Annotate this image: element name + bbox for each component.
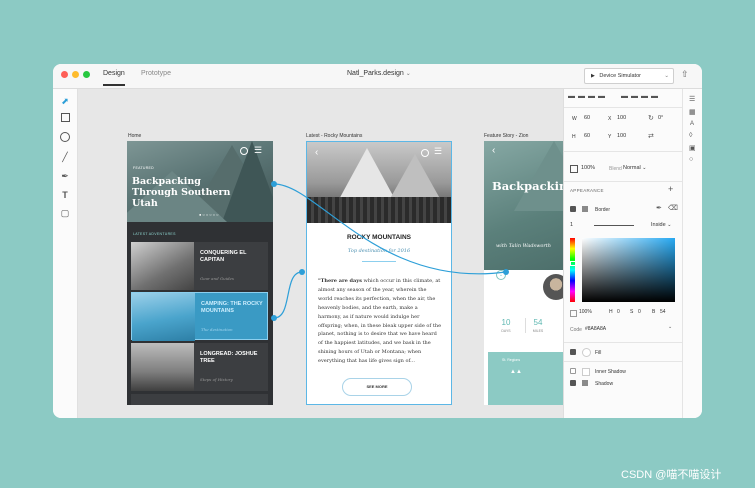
align-toolbar: ▬▬▬▬ ▬▬▬▬: [568, 93, 661, 100]
alpha-field[interactable]: 100%: [579, 309, 592, 315]
device-simulator-button[interactable]: ▶ Device Simulator ⌄: [584, 68, 674, 84]
y-field[interactable]: 100: [617, 133, 626, 139]
line-icon[interactable]: ╱: [59, 151, 71, 163]
app-window: Design Prototype Natl_Parks.design ⌄ ▶ D…: [53, 64, 702, 418]
chevron-down-icon[interactable]: ⌄: [668, 324, 672, 330]
chevron-down-icon: ⌄: [405, 71, 411, 77]
flip-icon[interactable]: ⇄: [648, 132, 654, 140]
blend-label: Blend: [609, 166, 622, 172]
appearance-heading: APPEARANCE: [570, 188, 604, 193]
fill-label: Fill: [595, 350, 602, 356]
hue-slider[interactable]: [570, 238, 575, 302]
opacity-field[interactable]: 100%: [581, 165, 595, 171]
shadow-checkbox[interactable]: [570, 380, 576, 386]
inner-shadow-label: Inner Shadow: [595, 369, 626, 375]
blend-select[interactable]: Normal ⌄: [623, 165, 646, 171]
add-icon[interactable]: +: [668, 184, 673, 194]
document-title[interactable]: Natl_Parks.design ⌄: [347, 70, 411, 77]
border-position-select[interactable]: Inside ⌄: [651, 222, 671, 228]
align-top-icon[interactable]: ▬: [621, 93, 631, 100]
close-window-button[interactable]: [61, 71, 68, 78]
inner-shadow-checkbox[interactable]: [570, 368, 576, 374]
s-label: S: [630, 309, 634, 315]
symbols-icon[interactable]: ◊: [689, 132, 692, 139]
tools-toolbar: ⬈ ╱ ✒ T ▢: [53, 89, 78, 418]
border-label: Border: [595, 207, 611, 213]
prototype-wires: [271, 181, 509, 321]
border-swatch[interactable]: [582, 206, 588, 212]
assets-icon[interactable]: ▣: [689, 144, 696, 152]
inner-shadow-swatch[interactable]: [582, 368, 590, 376]
tab-prototype[interactable]: Prototype: [141, 70, 171, 77]
s-field[interactable]: 0: [638, 309, 641, 315]
zoom-window-button[interactable]: [83, 71, 90, 78]
layers-icon[interactable]: ▦: [689, 108, 696, 116]
distribute-vertical-icon[interactable]: ▬: [651, 93, 661, 100]
design-canvas[interactable]: Home Latest - Rocky Mountains Feature St…: [78, 89, 563, 418]
color-picker[interactable]: [582, 238, 675, 302]
y-label: Y: [608, 134, 612, 140]
width-field[interactable]: 60: [584, 115, 590, 121]
alpha-swatch: [570, 310, 577, 317]
border-checkbox[interactable]: [570, 206, 576, 212]
share-icon[interactable]: ⇧: [681, 69, 689, 80]
ellipse-icon[interactable]: [59, 132, 71, 144]
property-inspector: ▬▬▬▬ ▬▬▬▬ W 60 X 100 ↻ 0° H 60 Y 100 ⇄ 1…: [563, 89, 682, 418]
shadow-swatch[interactable]: [582, 380, 588, 386]
h-label: H: [609, 309, 613, 315]
select-arrow-icon[interactable]: ⬈: [59, 95, 71, 107]
eyedropper-icon[interactable]: ✒: [656, 204, 662, 212]
code-label: Code: [570, 327, 582, 333]
fill-checkbox[interactable]: [570, 349, 576, 355]
minimize-window-button[interactable]: [72, 71, 79, 78]
chevron-down-icon: ⌄: [642, 165, 647, 171]
x-label: X: [608, 116, 612, 122]
align-middle-icon[interactable]: ▬: [631, 93, 641, 100]
hex-code-field[interactable]: #8A8A8A: [585, 326, 606, 332]
width-label: W: [572, 116, 577, 122]
fill-swatch[interactable]: [582, 348, 591, 357]
trash-icon[interactable]: ⌫: [668, 204, 678, 212]
b-label: B: [652, 309, 656, 315]
artboard-icon[interactable]: ▢: [59, 207, 71, 219]
color-picker-handle[interactable]: [570, 261, 577, 266]
opacity-icon: [570, 165, 578, 173]
align-bottom-icon[interactable]: ▬: [641, 93, 651, 100]
align-left-icon[interactable]: ▬: [568, 93, 578, 100]
chevron-down-icon: ⌄: [664, 73, 669, 79]
text-icon[interactable]: T: [59, 189, 71, 201]
shadow-label: Shadow: [595, 381, 614, 387]
tab-design[interactable]: Design: [103, 70, 125, 86]
rotation-icon: ↻: [648, 115, 654, 122]
rotation-field[interactable]: 0°: [658, 115, 663, 121]
b-field[interactable]: 54: [660, 309, 666, 315]
watermark: CSDN @喵不喵设计: [621, 469, 722, 481]
h-field[interactable]: 0: [617, 309, 620, 315]
play-icon: ▶: [591, 73, 595, 79]
height-label: H: [572, 134, 576, 140]
text-style-icon[interactable]: A: [690, 121, 694, 127]
properties-icon[interactable]: ☰: [689, 95, 695, 103]
title-bar: Design Prototype Natl_Parks.design ⌄ ▶ D…: [53, 64, 702, 89]
height-field[interactable]: 60: [584, 133, 590, 139]
pen-icon[interactable]: ✒: [59, 170, 71, 182]
chevron-down-icon: ⌄: [667, 222, 672, 228]
right-icon-rail: ☰ ▦ A ◊ ▣ ○: [682, 89, 702, 418]
border-style-select[interactable]: [594, 225, 634, 226]
rectangle-icon[interactable]: [59, 113, 71, 125]
border-width-field[interactable]: 1: [570, 222, 573, 228]
x-field[interactable]: 100: [617, 115, 626, 121]
distribute-icon[interactable]: ▬: [598, 93, 608, 100]
align-center-icon[interactable]: ▬: [578, 93, 588, 100]
align-right-icon[interactable]: ▬: [588, 93, 598, 100]
plugins-icon[interactable]: ○: [689, 156, 693, 163]
